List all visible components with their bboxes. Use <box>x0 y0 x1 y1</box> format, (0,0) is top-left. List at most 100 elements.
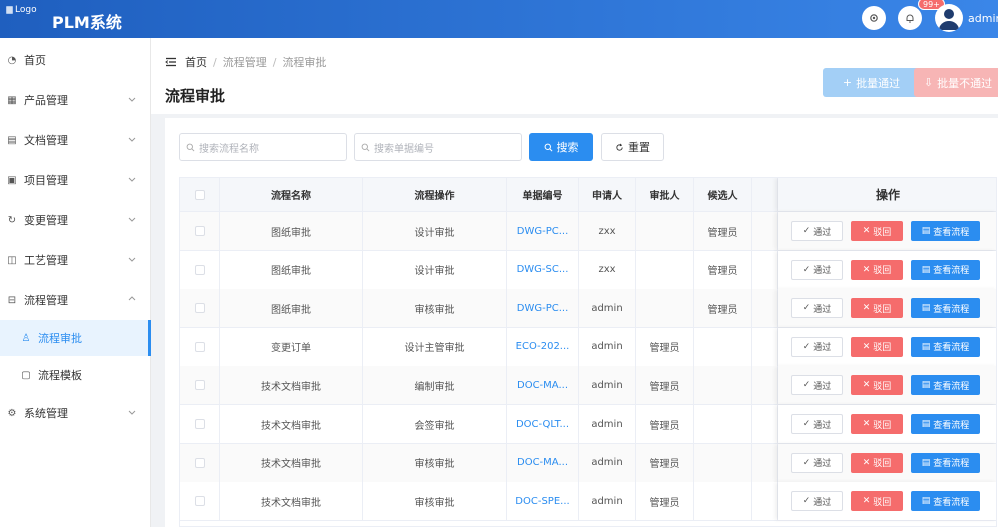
reject-button[interactable]: ✕ 驳回 <box>851 491 903 512</box>
row-checkbox[interactable] <box>194 457 205 468</box>
cell-doc[interactable]: DOC-MA... <box>507 366 579 405</box>
close-icon: ✕ <box>862 303 871 314</box>
flow-name-search-input[interactable]: 搜索流程名称 <box>179 133 347 161</box>
document-icon: ▤ <box>921 303 931 314</box>
menu-fold-icon[interactable] <box>165 56 177 68</box>
pass-button[interactable]: ✓ 通过 <box>791 375 843 396</box>
cell-candidate <box>694 327 752 366</box>
table-row[interactable]: 变更订单 设计主管审批 ECO-202... admin 管理员 ✓ 通过 ✕ 驳回 ▤ 查看流程 <box>180 327 996 367</box>
sidebar-item-process[interactable]: ◫ 工艺管理 <box>0 240 151 280</box>
avatar[interactable] <box>935 4 963 32</box>
cell-doc[interactable]: DOC-QLT... <box>507 405 579 443</box>
search-button[interactable]: 搜索 <box>529 133 593 161</box>
view-flow-button[interactable]: ▤ 查看流程 <box>911 452 980 473</box>
table-row[interactable]: 技术文档审批 编制审批 DOC-MA... admin 管理员 ✓ 通过 ✕ 驳回 ▤ 查看流程 <box>180 366 996 406</box>
row-actions: ✓ 通过 ✕ 驳回 ▤ 查看流程 <box>778 405 996 443</box>
reject-button[interactable]: ✕ 驳回 <box>851 336 903 357</box>
pass-button[interactable]: ✓ 通过 <box>791 336 843 357</box>
reject-button[interactable]: ✕ 驳回 <box>851 221 903 241</box>
column-header[interactable]: 申请人 <box>579 178 636 211</box>
cell-doc[interactable]: DWG-PC... <box>507 289 579 328</box>
column-header[interactable]: 单据编号 <box>507 178 579 211</box>
cell-op: 设计审批 <box>363 212 507 250</box>
select-all-checkbox[interactable] <box>194 189 205 200</box>
batch-pass-button[interactable]: + 批量通过 <box>823 68 920 97</box>
logo[interactable]: Logo <box>6 5 37 15</box>
row-actions: ✓ 通过 ✕ 驳回 ▤ 查看流程 <box>778 289 996 328</box>
sidebar-item-products[interactable]: ▦ 产品管理 <box>0 80 151 120</box>
row-checkbox[interactable] <box>194 226 205 236</box>
view-flow-button[interactable]: ▤ 查看流程 <box>911 298 980 319</box>
close-icon: ✕ <box>862 496 871 507</box>
sidebar-item-documents[interactable]: ▤ 文档管理 <box>0 120 151 160</box>
pass-label: 通过 <box>813 497 832 508</box>
view-flow-button[interactable]: ▤ 查看流程 <box>911 336 980 357</box>
breadcrumb-flow[interactable]: 流程管理 <box>223 54 267 70</box>
sidebar-item-flow[interactable]: ⊟ 流程管理 <box>0 280 151 320</box>
view-flow-label: 查看流程 <box>933 459 970 470</box>
cell-candidate: 管理员 <box>694 289 752 328</box>
select-all-cell <box>180 178 220 211</box>
reject-button[interactable]: ✕ 驳回 <box>851 298 903 319</box>
reject-button[interactable]: ✕ 驳回 <box>851 375 903 396</box>
table-row[interactable]: 技术文档审批 会签审批 DOC-QLT... admin 管理员 ✓ 通过 ✕ 驳回 ▤ 查看流程 <box>180 405 996 444</box>
view-flow-button[interactable]: ▤ 查看流程 <box>911 491 980 512</box>
sidebar-item-flow-approval[interactable]: ♙ 流程审批 <box>0 320 151 356</box>
cell-doc[interactable]: DOC-SPE... <box>507 482 579 521</box>
row-checkbox[interactable] <box>194 303 205 314</box>
pass-button[interactable]: ✓ 通过 <box>791 259 843 280</box>
cell-doc[interactable]: DOC-MA... <box>507 443 579 482</box>
table-row[interactable]: 图纸审批 设计审批 DWG-PC... zxx 管理员 ✓ 通过 ✕ 驳回 ▤ 查看流程 <box>180 212 996 251</box>
row-checkbox[interactable] <box>194 341 205 352</box>
approval-table: 流程名称 流程操作 单据编号 申请人 审批人 候选人 操作 图纸审批 设计审批 DW… <box>179 177 997 527</box>
cell-doc[interactable]: DWG-SC... <box>507 250 579 289</box>
reject-button[interactable]: ✕ 驳回 <box>851 452 903 473</box>
column-header[interactable]: 审批人 <box>636 178 694 211</box>
cell-approver: 管理员 <box>636 443 694 482</box>
sidebar-item-home[interactable]: ◔ 首页 <box>0 40 151 80</box>
view-flow-label: 查看流程 <box>933 304 970 315</box>
spacer-cell <box>752 212 778 250</box>
row-checkbox[interactable] <box>194 496 205 507</box>
batch-reject-button[interactable]: ⇩ 批量不通过 <box>914 68 998 97</box>
row-select-cell <box>180 289 220 328</box>
column-header[interactable]: 流程名称 <box>220 178 363 211</box>
column-header[interactable]: 候选人 <box>694 178 752 211</box>
settings-button[interactable] <box>862 6 886 30</box>
pass-button[interactable]: ✓ 通过 <box>791 298 843 319</box>
row-checkbox[interactable] <box>194 419 205 429</box>
sidebar-item-changes[interactable]: ↻ 变更管理 <box>0 200 151 240</box>
view-flow-button[interactable]: ▤ 查看流程 <box>911 414 980 434</box>
row-actions: ✓ 通过 ✕ 驳回 ▤ 查看流程 <box>778 366 996 405</box>
cell-doc[interactable]: ECO-202... <box>507 327 579 366</box>
reject-button[interactable]: ✕ 驳回 <box>851 414 903 434</box>
sidebar-item-flow-template[interactable]: ▢ 流程模板 <box>0 356 151 394</box>
breadcrumb-home[interactable]: 首页 <box>185 54 207 70</box>
sidebar-item-projects[interactable]: ▣ 项目管理 <box>0 160 151 200</box>
table-row[interactable]: 技术文档审批 审核审批 DOC-MA... admin 管理员 ✓ 通过 ✕ 驳回 ▤ 查看流程 <box>180 443 996 483</box>
pass-button[interactable]: ✓ 通过 <box>791 491 843 512</box>
username[interactable]: admin <box>968 12 998 25</box>
spacer-cell <box>752 327 778 366</box>
table-row[interactable]: 图纸审批 审核审批 DWG-PC... admin 管理员 ✓ 通过 ✕ 驳回 ▤ 查看流程 <box>180 289 996 329</box>
row-checkbox[interactable] <box>194 264 205 275</box>
notification-button[interactable] <box>898 6 922 30</box>
pass-button[interactable]: ✓ 通过 <box>791 452 843 473</box>
view-flow-label: 查看流程 <box>933 266 970 277</box>
reset-button[interactable]: 重置 <box>601 133 664 161</box>
cell-doc[interactable]: DWG-PC... <box>507 212 579 250</box>
view-flow-label: 查看流程 <box>933 497 970 508</box>
table-row[interactable]: 图纸审批 设计审批 DWG-SC... zxx 管理员 ✓ 通过 ✕ 驳回 ▤ 查看流程 <box>180 250 996 290</box>
column-header[interactable]: 流程操作 <box>363 178 507 211</box>
pass-button[interactable]: ✓ 通过 <box>791 414 843 434</box>
doc-number-search-input[interactable]: 搜索单据编号 <box>354 133 522 161</box>
table-row[interactable]: 技术文档审批 审核审批 DOC-SPE... admin 管理员 ✓ 通过 ✕ 驳回 ▤ 查看流程 <box>180 482 996 522</box>
sidebar-item-system[interactable]: ⚙ 系统管理 <box>0 393 151 433</box>
view-flow-button[interactable]: ▤ 查看流程 <box>911 259 980 280</box>
view-flow-button[interactable]: ▤ 查看流程 <box>911 221 980 241</box>
reject-button[interactable]: ✕ 驳回 <box>851 259 903 280</box>
chevron-up-icon <box>128 296 136 301</box>
pass-button[interactable]: ✓ 通过 <box>791 221 843 241</box>
row-checkbox[interactable] <box>194 380 205 391</box>
view-flow-button[interactable]: ▤ 查看流程 <box>911 375 980 396</box>
